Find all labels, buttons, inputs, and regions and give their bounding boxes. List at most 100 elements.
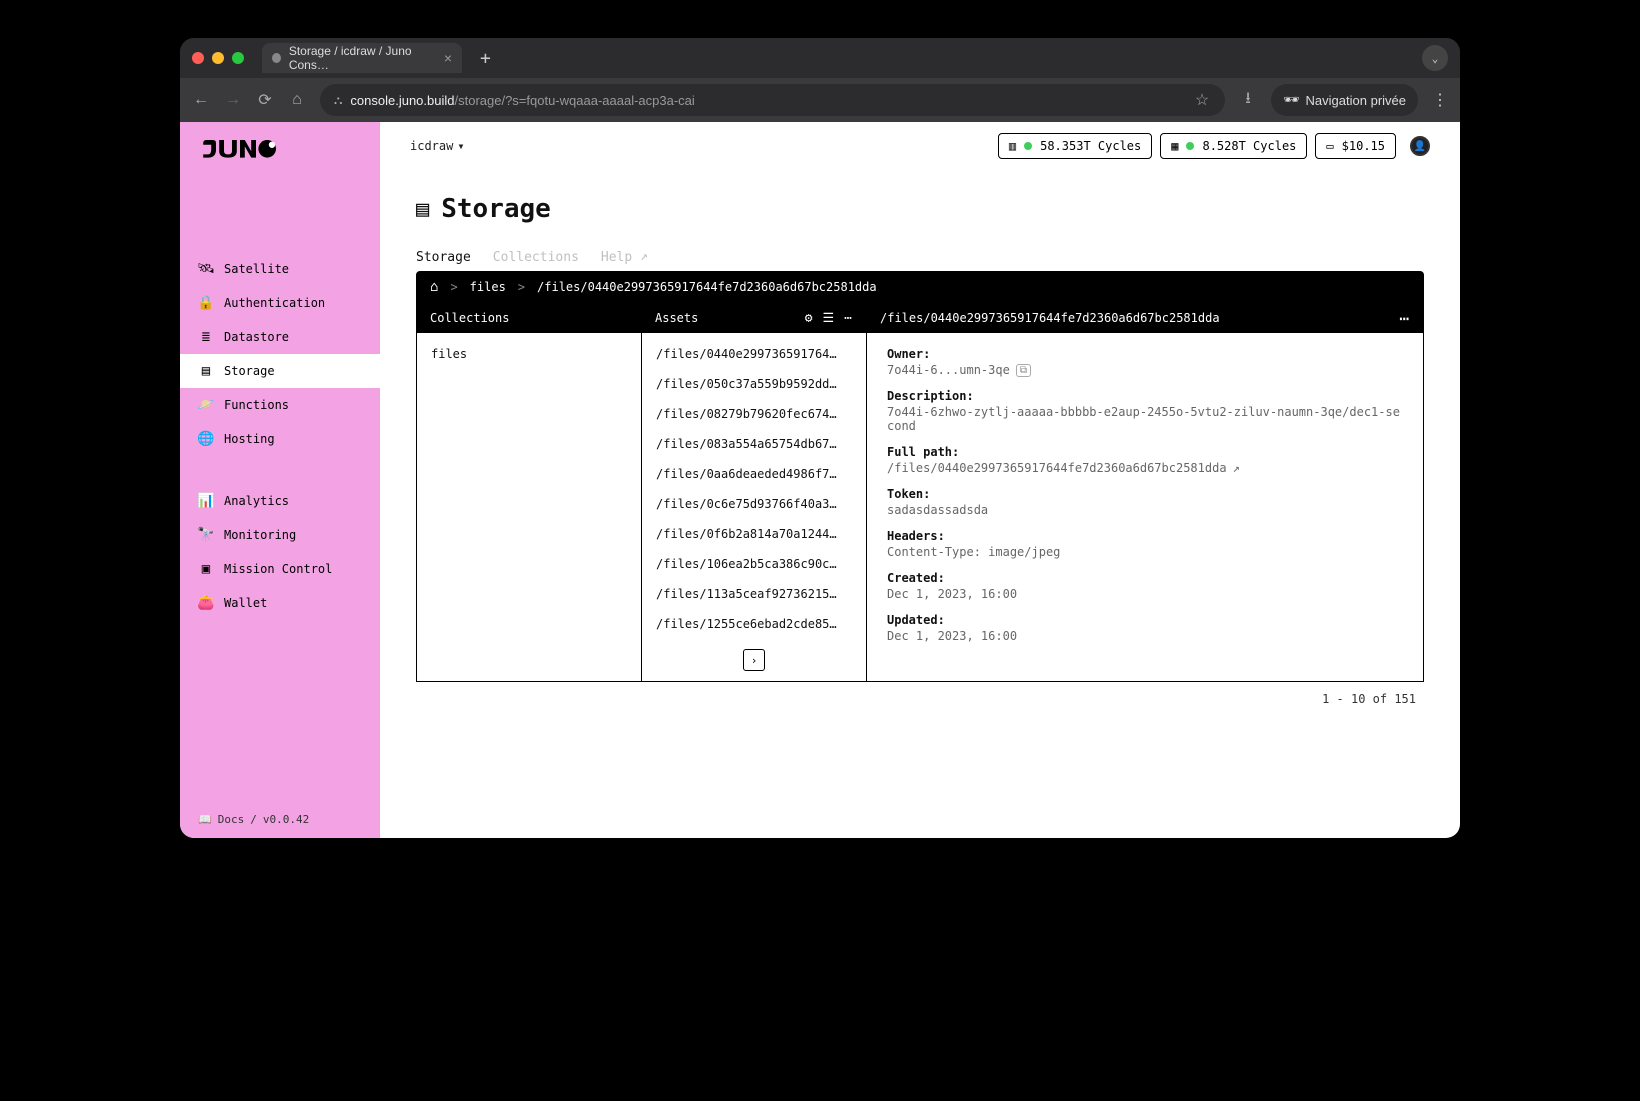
owner-label: Owner: — [887, 347, 1403, 361]
logo[interactable] — [180, 122, 380, 172]
asset-item[interactable]: /files/0440e299736591764… — [642, 333, 866, 369]
url-path: /storage/?s=fqotu-wqaaa-aaaal-acp3a-cai — [454, 93, 694, 108]
fullpath-label: Full path: — [887, 445, 1403, 459]
sort-icon[interactable]: ☰ — [823, 311, 835, 326]
chevron-down-icon: ▾ — [457, 139, 464, 153]
address-bar[interactable]: ⛬ console.juno.build/storage/?s=fqotu-wq… — [320, 84, 1225, 116]
sidebar-item-datastore[interactable]: ≣Datastore — [180, 320, 380, 354]
wallet-small-icon: ▭ — [1326, 139, 1333, 153]
token-value: sadasdassadsda — [887, 503, 988, 517]
sidebar-label: Analytics — [224, 494, 289, 508]
asset-item[interactable]: /files/0c6e75d93766f40a3… — [642, 489, 866, 519]
tab-storage[interactable]: Storage — [416, 250, 471, 265]
favicon-icon — [272, 53, 281, 63]
maximize-window-icon[interactable] — [232, 52, 244, 64]
chip-value: $10.15 — [1342, 139, 1385, 153]
breadcrumb-seg[interactable]: files — [470, 280, 506, 294]
next-page-button[interactable]: › — [743, 649, 765, 671]
satellite-icon: 🛰 — [198, 261, 214, 277]
col-header-collections: Collections — [416, 303, 641, 333]
version-label: v0.0.42 — [263, 813, 309, 826]
sidebar-item-functions[interactable]: 🪐Functions — [180, 388, 380, 422]
filter-icon[interactable]: ⚙ — [805, 311, 813, 326]
sidebar-item-analytics[interactable]: 📊Analytics — [180, 484, 380, 518]
breadcrumb-seg: /files/0440e2997365917644fe7d2360a6d67bc… — [537, 280, 877, 294]
asset-item[interactable]: /files/113a5ceaf92736215… — [642, 579, 866, 609]
home-button[interactable]: ⌂ — [288, 91, 306, 109]
home-icon[interactable]: ⌂ — [430, 279, 438, 295]
browser-tab[interactable]: Storage / icdraw / Juno Cons… × — [262, 43, 462, 73]
lock-icon: 🔒 — [198, 295, 214, 311]
url-host: console.juno.build — [350, 93, 454, 108]
project-dropdown[interactable]: icdraw ▾ — [410, 139, 465, 153]
sidebar-label: Functions — [224, 398, 289, 412]
downloads-icon[interactable]: ⭳ — [1239, 87, 1257, 114]
tab-title: Storage / icdraw / Juno Cons… — [289, 44, 436, 72]
sidebar-label: Satellite — [224, 262, 289, 276]
col-header-assets: Assets — [655, 311, 698, 325]
description-label: Description: — [887, 389, 1403, 403]
status-dot-icon — [1186, 142, 1194, 150]
more-icon[interactable]: ⋯ — [844, 311, 852, 326]
control-icon: ▣ — [198, 561, 214, 577]
sidebar-item-wallet[interactable]: 👛 Wallet — [180, 586, 380, 620]
sidebar-item-monitoring[interactable]: 🔭Monitoring — [180, 518, 380, 552]
cycles-chip-2[interactable]: ▦ 8.528T Cycles — [1160, 133, 1307, 159]
detail-more-icon[interactable]: ⋯ — [1399, 309, 1410, 328]
sidebar-item-storage[interactable]: ▤Storage — [180, 354, 380, 388]
breadcrumb: ⌂ > files > /files/0440e2997365917644fe7… — [416, 271, 1424, 303]
sidebar-item-mission-control[interactable]: ▣ Mission Control — [180, 552, 380, 586]
satellite-small-icon: ▥ — [1009, 139, 1016, 153]
balance-chip[interactable]: ▭ $10.15 — [1315, 133, 1396, 159]
sidebar-label: Wallet — [224, 596, 267, 610]
owner-value: 7o44i-6...umn-3qe — [887, 363, 1010, 377]
bookmark-icon[interactable]: ☆ — [1193, 90, 1211, 110]
reload-button[interactable]: ⟳ — [256, 90, 274, 110]
asset-item[interactable]: /files/106ea2b5ca386c90c… — [642, 549, 866, 579]
external-link-icon: ↗ — [640, 249, 648, 264]
incognito-icon: 🕶 — [1283, 92, 1300, 108]
sidebar-item-satellite[interactable]: 🛰 Satellite — [180, 252, 380, 286]
tab-overflow-button[interactable]: ⌄ — [1422, 45, 1448, 71]
page-title: ▤ Storage — [416, 194, 1424, 224]
cycles-chip-1[interactable]: ▥ 58.353T Cycles — [998, 133, 1152, 159]
pager: 1 - 10 of 151 — [416, 682, 1424, 706]
sidebar-item-authentication[interactable]: 🔒Authentication — [180, 286, 380, 320]
copy-button[interactable]: ⧉ — [1016, 364, 1031, 377]
headers-value: Content-Type: image/jpeg — [887, 545, 1060, 559]
window-controls[interactable] — [192, 52, 244, 64]
new-tab-button[interactable]: + — [472, 48, 499, 69]
asset-item[interactable]: /files/050c37a559b9592dd… — [642, 369, 866, 399]
chip-value: 8.528T Cycles — [1202, 139, 1296, 153]
storage-title-icon: ▤ — [416, 197, 429, 222]
docs-link[interactable]: Docs — [218, 813, 245, 826]
asset-item[interactable]: /files/0f6b2a814a70a1244… — [642, 519, 866, 549]
incognito-badge[interactable]: 🕶 Navigation privée — [1271, 84, 1418, 116]
database-icon: ≣ — [198, 329, 214, 345]
open-link-icon[interactable]: ↗ — [1233, 461, 1240, 475]
asset-item[interactable]: /files/08279b79620fec674… — [642, 399, 866, 429]
created-value: Dec 1, 2023, 16:00 — [887, 587, 1017, 601]
asset-item[interactable]: /files/0aa6deaeded4986f7… — [642, 459, 866, 489]
close-window-icon[interactable] — [192, 52, 204, 64]
sidebar-label: Mission Control — [224, 562, 332, 576]
status-dot-icon — [1024, 142, 1032, 150]
created-label: Created: — [887, 571, 1403, 585]
back-button[interactable]: ← — [192, 91, 210, 109]
astronaut-icon: 👤 — [1414, 141, 1426, 152]
wallet-icon: 👛 — [198, 595, 214, 611]
minimize-window-icon[interactable] — [212, 52, 224, 64]
user-avatar[interactable]: 👤 — [1410, 136, 1430, 156]
juno-logo-icon — [200, 140, 280, 159]
close-tab-icon[interactable]: × — [444, 50, 452, 66]
collection-item[interactable]: files — [417, 333, 641, 369]
asset-item[interactable]: /files/083a554a65754db67… — [642, 429, 866, 459]
site-settings-icon[interactable]: ⛬ — [334, 93, 342, 108]
tab-help[interactable]: Help ↗ — [601, 250, 648, 265]
sidebar-label: Hosting — [224, 432, 275, 446]
browser-menu-icon[interactable]: ⋮ — [1432, 90, 1448, 110]
sidebar-item-hosting[interactable]: 🌐Hosting — [180, 422, 380, 456]
asset-item[interactable]: /files/1255ce6ebad2cde85… — [642, 609, 866, 639]
tab-collections[interactable]: Collections — [493, 250, 579, 265]
forward-button[interactable]: → — [224, 91, 242, 109]
